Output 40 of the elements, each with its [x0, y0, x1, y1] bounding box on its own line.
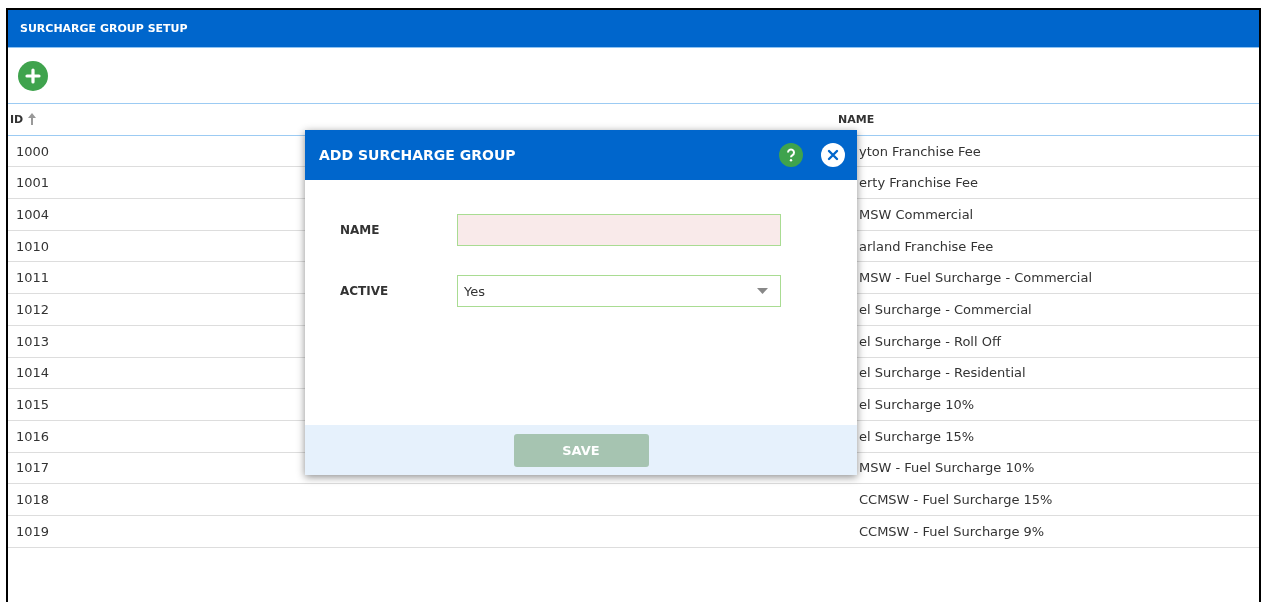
- table-cell: erty Franchise Fee: [859, 175, 978, 191]
- table-cell: yton Franchise Fee: [859, 143, 981, 159]
- table-cell: 1010: [16, 238, 50, 254]
- table-cell: 1019: [16, 523, 50, 539]
- table-cell: el Surcharge 15%: [859, 428, 975, 444]
- table-cell: el Surcharge - Roll Off: [859, 333, 1001, 349]
- help-icon[interactable]: [779, 143, 803, 167]
- table-cell: 1013: [16, 333, 50, 349]
- caret-icon: [757, 288, 768, 294]
- table-cell: 1012: [16, 301, 50, 317]
- active-select[interactable]: Yes: [457, 275, 781, 307]
- table-cell: 1004: [16, 206, 50, 222]
- table-cell: 1014: [16, 365, 50, 381]
- table-cell: 1011: [16, 270, 50, 286]
- table-cell: MSW Commercial: [859, 206, 974, 222]
- table-cell: MSW - Fuel Surcharge 10%: [859, 460, 1035, 476]
- close-icon[interactable]: [821, 143, 845, 167]
- table-cell: CCMSW - Fuel Surcharge 15%: [859, 492, 1053, 508]
- column-header[interactable]: NAME: [838, 112, 875, 126]
- name-field[interactable]: [457, 214, 781, 246]
- table-cell: 1017: [16, 460, 50, 476]
- add-button[interactable]: [18, 60, 48, 91]
- table-cell: el Surcharge - Residential: [859, 365, 1026, 381]
- column-header[interactable]: ID: [10, 112, 24, 126]
- plus-icon: [25, 67, 41, 84]
- page-title: SURCHARGE GROUP SETUP: [20, 22, 188, 35]
- table-cell: el Surcharge - Commercial: [859, 301, 1032, 317]
- dialog-title: ADD SURCHARGE GROUP: [319, 147, 517, 163]
- table-cell: 1015: [16, 397, 50, 413]
- table-cell: el Surcharge 10%: [859, 397, 975, 413]
- table-cell: 1016: [16, 428, 50, 444]
- field-label: NAME: [340, 223, 381, 237]
- table-cell: 1001: [16, 175, 50, 191]
- field-label: ACTIVE: [340, 284, 390, 298]
- sort-arrow-icon: [27, 112, 38, 127]
- table-cell: 1018: [16, 492, 50, 508]
- table-cell: MSW - Fuel Surcharge - Commercial: [859, 270, 1092, 286]
- table-cell: arland Franchise Fee: [859, 238, 994, 254]
- table-cell: CCMSW - Fuel Surcharge 9%: [859, 523, 1045, 539]
- table-cell: 1000: [16, 143, 50, 159]
